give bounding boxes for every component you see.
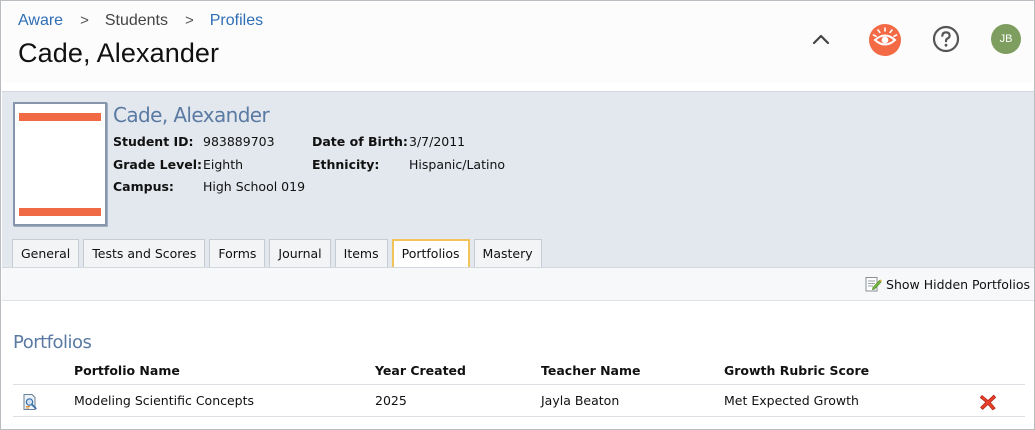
help-icon[interactable]: [931, 24, 961, 54]
portfolios-table: Portfolio Name Year Created Teacher Name…: [13, 357, 1025, 417]
breadcrumb: Aware > Students > Profiles: [18, 12, 263, 30]
user-avatar[interactable]: JB: [991, 24, 1021, 54]
grade-level-value: Eighth: [203, 157, 244, 172]
tab-items[interactable]: Items: [334, 239, 388, 267]
grade-level-field: Grade Level:: [113, 157, 202, 172]
student-id-field: Student ID:: [113, 134, 194, 149]
tab-portfolios[interactable]: Portfolios: [391, 239, 470, 267]
column-header: Growth Rubric Score: [724, 363, 870, 378]
breadcrumb-separator-icon: >: [184, 12, 194, 29]
student-id-label: Student ID:: [113, 134, 194, 149]
tab-forms[interactable]: Forms: [209, 239, 266, 267]
student-id-value: 983889703: [203, 134, 275, 149]
campus-label: Campus:: [113, 179, 174, 194]
section-title: Portfolios: [13, 332, 92, 353]
column-header: Teacher Name: [541, 363, 641, 378]
dob-label: Date of Birth:: [312, 134, 408, 149]
growth-rubric-score: Met Expected Growth: [724, 393, 859, 408]
campus-value: High School 019: [203, 179, 306, 194]
tab-mastery[interactable]: Mastery: [473, 239, 542, 267]
ethnicity-value: Hispanic/Latino: [409, 157, 506, 172]
edit-document-icon: [864, 275, 883, 293]
ethnicity-field: Ethnicity:: [312, 157, 379, 172]
tab-general[interactable]: General: [12, 239, 80, 267]
ethnicity-label: Ethnicity:: [312, 157, 380, 172]
portfolios-toolbar: Show Hidden Portfolios: [2, 267, 1034, 301]
table-header-row: Portfolio Name Year Created Teacher Name…: [13, 357, 1025, 385]
table-row: Modeling Scientific Concepts 2025 Jayla …: [13, 385, 1025, 417]
app-frame: Aware > Students > Profiles Cade, Alexander …: [0, 0, 1035, 430]
tab-journal[interactable]: Journal: [269, 239, 331, 267]
tab-tests-and-scores[interactable]: Tests and Scores: [83, 239, 206, 267]
breadcrumb-aware[interactable]: Aware: [18, 12, 63, 29]
dob-field: Date of Birth:: [312, 134, 408, 149]
delete-icon[interactable]: [978, 392, 998, 412]
page-title: Cade, Alexander: [18, 38, 220, 68]
year-created: 2025: [375, 393, 407, 408]
grade-level-label: Grade Level:: [113, 157, 202, 172]
profile-tabs: General Tests and Scores Forms Journal I…: [12, 239, 546, 267]
student-name: Cade, Alexander: [113, 103, 270, 127]
teacher-name: Jayla Beaton: [541, 393, 620, 408]
column-header: Portfolio Name: [74, 363, 180, 378]
photo-stripe: [19, 208, 101, 216]
breadcrumb-profiles[interactable]: Profiles: [210, 12, 263, 29]
show-hidden-portfolios-button[interactable]: Show Hidden Portfolios: [864, 275, 1030, 293]
page-header: Aware > Students > Profiles Cade, Alexander …: [2, 2, 1034, 82]
show-hidden-portfolios-label: Show Hidden Portfolios: [886, 276, 1030, 292]
portfolio-name[interactable]: Modeling Scientific Concepts: [74, 385, 254, 417]
chevron-up-icon[interactable]: [809, 28, 833, 52]
aware-eye-icon[interactable]: [869, 24, 901, 56]
breadcrumb-students: Students: [104, 12, 168, 29]
column-header: Year Created: [375, 363, 466, 378]
campus-field: Campus:: [113, 179, 174, 194]
photo-stripe: [19, 113, 101, 121]
view-document-icon[interactable]: [21, 393, 39, 411]
breadcrumb-separator-icon: >: [80, 12, 89, 29]
student-photo: [13, 102, 107, 226]
dob-value: 3/7/2011: [409, 134, 466, 149]
